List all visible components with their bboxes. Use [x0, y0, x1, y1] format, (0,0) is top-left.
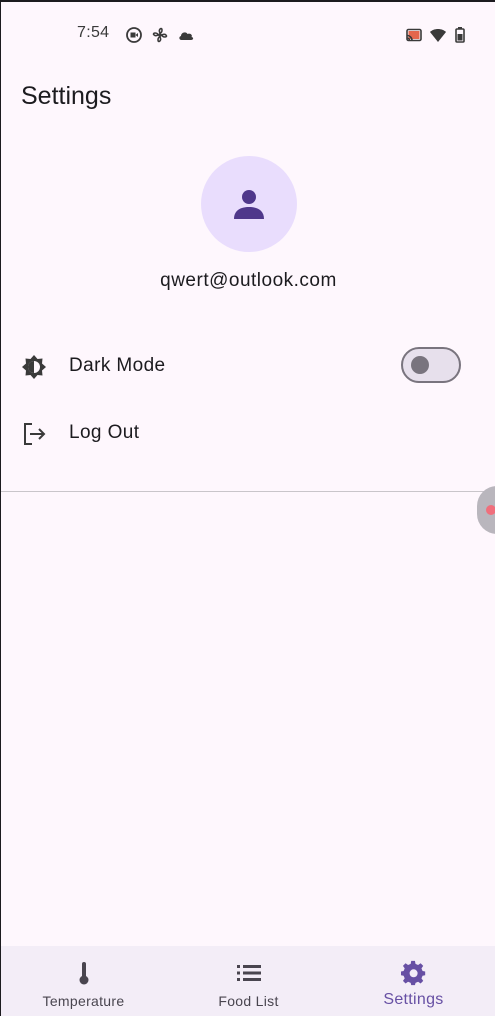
dark-mode-row[interactable]: Dark Mode: [1, 337, 495, 397]
cloud-icon: [179, 32, 194, 40]
floating-side-handle[interactable]: [477, 486, 495, 534]
thermometer-icon: [79, 962, 89, 985]
log-out-label: Log Out: [69, 422, 140, 443]
nav-item-food-list[interactable]: Food List: [166, 946, 331, 1016]
person-icon: [234, 190, 264, 219]
nav-item-settings[interactable]: Settings: [331, 946, 495, 1016]
logout-icon: [24, 423, 46, 445]
nav-label-settings: Settings: [383, 991, 444, 1008]
nav-label-temperature: Temperature: [42, 993, 125, 1009]
app-screen: 7:54 Settings qwert@outlook.com Dark Mod…: [0, 0, 495, 1016]
toggle-knob: [411, 356, 429, 374]
nav-label-food-list: Food List: [218, 993, 279, 1009]
fan-icon: [152, 27, 168, 43]
avatar: [201, 156, 297, 252]
record-dot-icon: [486, 505, 495, 515]
list-icon: [237, 965, 261, 981]
status-time: 7:54: [77, 24, 110, 41]
dark-mode-label: Dark Mode: [69, 355, 166, 376]
nav-item-temperature[interactable]: Temperature: [1, 946, 166, 1016]
divider: [1, 491, 495, 492]
screen-record-icon: [126, 27, 142, 43]
status-bar: 7:54: [1, 2, 495, 68]
wifi-icon: [430, 29, 446, 42]
page-title: Settings: [21, 82, 112, 110]
user-email: qwert@outlook.com: [160, 270, 337, 291]
brightness-icon: [22, 355, 46, 379]
cast-icon: [406, 28, 422, 42]
bottom-navigation: Temperature Food List Settings: [1, 946, 495, 1016]
battery-icon: [455, 27, 465, 43]
dark-mode-toggle[interactable]: [401, 347, 461, 383]
log-out-row[interactable]: Log Out: [1, 404, 495, 464]
gear-icon: [401, 960, 426, 986]
